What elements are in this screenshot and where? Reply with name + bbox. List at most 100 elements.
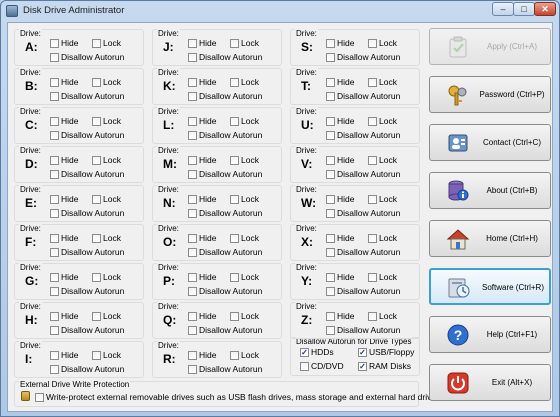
hide-checkbox-box-m[interactable] bbox=[188, 155, 197, 165]
lock-checkbox-h[interactable]: Lock bbox=[92, 311, 121, 321]
disallow-autorun-checkbox-q[interactable]: Disallow Autorun bbox=[188, 325, 262, 335]
hide-checkbox-box-y[interactable] bbox=[326, 272, 335, 282]
disallow-autorun-checkbox-box-p[interactable] bbox=[188, 286, 197, 296]
lock-checkbox-box-q[interactable] bbox=[230, 311, 239, 321]
close-button[interactable]: ✕ bbox=[534, 2, 556, 16]
disallow-autorun-checkbox-box-y[interactable] bbox=[326, 286, 335, 296]
lock-checkbox-v[interactable]: Lock bbox=[368, 155, 397, 165]
lock-checkbox-box-u[interactable] bbox=[368, 116, 377, 126]
disallow-autorun-checkbox-y[interactable]: Disallow Autorun bbox=[326, 286, 400, 296]
write-protect-checkbox[interactable]: Write-protect external removable drives … bbox=[35, 392, 440, 402]
disallow-autorun-checkbox-t[interactable]: Disallow Autorun bbox=[326, 91, 400, 101]
disallow-autorun-checkbox-e[interactable]: Disallow Autorun bbox=[50, 208, 124, 218]
lock-checkbox-box-z[interactable] bbox=[368, 311, 377, 321]
hide-checkbox-m[interactable]: Hide bbox=[188, 155, 216, 165]
hide-checkbox-box-d[interactable] bbox=[50, 155, 59, 165]
lock-checkbox-box-h[interactable] bbox=[92, 311, 101, 321]
hide-checkbox-box-z[interactable] bbox=[326, 311, 335, 321]
hide-checkbox-j[interactable]: Hide bbox=[188, 38, 216, 48]
hide-checkbox-k[interactable]: Hide bbox=[188, 77, 216, 87]
disallow-autorun-checkbox-f[interactable]: Disallow Autorun bbox=[50, 247, 124, 257]
hide-checkbox-x[interactable]: Hide bbox=[326, 233, 354, 243]
disallow-autorun-checkbox-z[interactable]: Disallow Autorun bbox=[326, 325, 400, 335]
disallow-autorun-checkbox-box-g[interactable] bbox=[50, 286, 59, 296]
exit-button[interactable]: Exit (Alt+X) bbox=[429, 364, 551, 401]
hide-checkbox-p[interactable]: Hide bbox=[188, 272, 216, 282]
hide-checkbox-box-x[interactable] bbox=[326, 233, 335, 243]
lock-checkbox-q[interactable]: Lock bbox=[230, 311, 259, 321]
lock-checkbox-box-r[interactable] bbox=[230, 350, 239, 360]
disallow-autorun-checkbox-box-v[interactable] bbox=[326, 169, 335, 179]
lock-checkbox-box-l[interactable] bbox=[230, 116, 239, 126]
hide-checkbox-box-b[interactable] bbox=[50, 77, 59, 87]
hide-checkbox-h[interactable]: Hide bbox=[50, 311, 78, 321]
disallow-autorun-checkbox-c[interactable]: Disallow Autorun bbox=[50, 130, 124, 140]
hide-checkbox-i[interactable]: Hide bbox=[50, 350, 78, 360]
lock-checkbox-e[interactable]: Lock bbox=[92, 194, 121, 204]
hide-checkbox-l[interactable]: Hide bbox=[188, 116, 216, 126]
write-protect-checkbox-box[interactable] bbox=[35, 392, 44, 402]
hide-checkbox-box-a[interactable] bbox=[50, 38, 59, 48]
lock-checkbox-r[interactable]: Lock bbox=[230, 350, 259, 360]
about-button[interactable]: About (Ctrl+B) bbox=[429, 172, 551, 209]
lock-checkbox-l[interactable]: Lock bbox=[230, 116, 259, 126]
hide-checkbox-v[interactable]: Hide bbox=[326, 155, 354, 165]
contact-button[interactable]: Contact (Ctrl+C) bbox=[429, 124, 551, 161]
hide-checkbox-box-q[interactable] bbox=[188, 311, 197, 321]
lock-checkbox-d[interactable]: Lock bbox=[92, 155, 121, 165]
lock-checkbox-box-f[interactable] bbox=[92, 233, 101, 243]
hide-checkbox-s[interactable]: Hide bbox=[326, 38, 354, 48]
hide-checkbox-d[interactable]: Hide bbox=[50, 155, 78, 165]
title-bar[interactable]: Disk Drive Administrator – □ ✕ bbox=[1, 1, 559, 21]
disallow-autorun-checkbox-w[interactable]: Disallow Autorun bbox=[326, 208, 400, 218]
disallow-autorun-checkbox-u[interactable]: Disallow Autorun bbox=[326, 130, 400, 140]
hide-checkbox-box-s[interactable] bbox=[326, 38, 335, 48]
disallow-autorun-checkbox-o[interactable]: Disallow Autorun bbox=[188, 247, 262, 257]
disallow-autorun-checkbox-box-d[interactable] bbox=[50, 169, 59, 179]
disallow-autorun-checkbox-s[interactable]: Disallow Autorun bbox=[326, 52, 400, 62]
disallow-autorun-checkbox-i[interactable]: Disallow Autorun bbox=[50, 364, 124, 374]
lock-checkbox-f[interactable]: Lock bbox=[92, 233, 121, 243]
usb-floppy-checkbox-box[interactable]: ✓ bbox=[358, 347, 367, 357]
lock-checkbox-box-c[interactable] bbox=[92, 116, 101, 126]
software-button[interactable]: Software (Ctrl+R) bbox=[429, 268, 551, 305]
hide-checkbox-e[interactable]: Hide bbox=[50, 194, 78, 204]
lock-checkbox-b[interactable]: Lock bbox=[92, 77, 121, 87]
disallow-autorun-checkbox-n[interactable]: Disallow Autorun bbox=[188, 208, 262, 218]
disallow-autorun-checkbox-x[interactable]: Disallow Autorun bbox=[326, 247, 400, 257]
disallow-autorun-checkbox-v[interactable]: Disallow Autorun bbox=[326, 169, 400, 179]
lock-checkbox-box-p[interactable] bbox=[230, 272, 239, 282]
hide-checkbox-box-r[interactable] bbox=[188, 350, 197, 360]
hide-checkbox-b[interactable]: Hide bbox=[50, 77, 78, 87]
disallow-autorun-checkbox-box-r[interactable] bbox=[188, 364, 197, 374]
lock-checkbox-box-b[interactable] bbox=[92, 77, 101, 87]
lock-checkbox-box-j[interactable] bbox=[230, 38, 239, 48]
lock-checkbox-k[interactable]: Lock bbox=[230, 77, 259, 87]
minimize-button[interactable]: – bbox=[492, 2, 514, 16]
hide-checkbox-box-c[interactable] bbox=[50, 116, 59, 126]
hdds-checkbox[interactable]: ✓ HDDs bbox=[300, 347, 334, 357]
disallow-autorun-checkbox-box-a[interactable] bbox=[50, 52, 59, 62]
lock-checkbox-m[interactable]: Lock bbox=[230, 155, 259, 165]
disallow-autorun-checkbox-box-u[interactable] bbox=[326, 130, 335, 140]
disallow-autorun-checkbox-k[interactable]: Disallow Autorun bbox=[188, 91, 262, 101]
hide-checkbox-box-h[interactable] bbox=[50, 311, 59, 321]
hide-checkbox-box-w[interactable] bbox=[326, 194, 335, 204]
lock-checkbox-a[interactable]: Lock bbox=[92, 38, 121, 48]
lock-checkbox-box-m[interactable] bbox=[230, 155, 239, 165]
usb-floppy-checkbox[interactable]: ✓ USB/Floppy bbox=[358, 347, 414, 357]
lock-checkbox-n[interactable]: Lock bbox=[230, 194, 259, 204]
hide-checkbox-box-l[interactable] bbox=[188, 116, 197, 126]
cd-dvd-checkbox-box[interactable] bbox=[300, 361, 309, 371]
lock-checkbox-box-e[interactable] bbox=[92, 194, 101, 204]
disallow-autorun-checkbox-box-e[interactable] bbox=[50, 208, 59, 218]
disallow-autorun-checkbox-box-f[interactable] bbox=[50, 247, 59, 257]
hide-checkbox-r[interactable]: Hide bbox=[188, 350, 216, 360]
disallow-autorun-checkbox-j[interactable]: Disallow Autorun bbox=[188, 52, 262, 62]
disallow-autorun-checkbox-l[interactable]: Disallow Autorun bbox=[188, 130, 262, 140]
disallow-autorun-checkbox-d[interactable]: Disallow Autorun bbox=[50, 169, 124, 179]
disallow-autorun-checkbox-box-z[interactable] bbox=[326, 325, 335, 335]
hide-checkbox-a[interactable]: Hide bbox=[50, 38, 78, 48]
disallow-autorun-checkbox-box-k[interactable] bbox=[188, 91, 197, 101]
hide-checkbox-box-k[interactable] bbox=[188, 77, 197, 87]
